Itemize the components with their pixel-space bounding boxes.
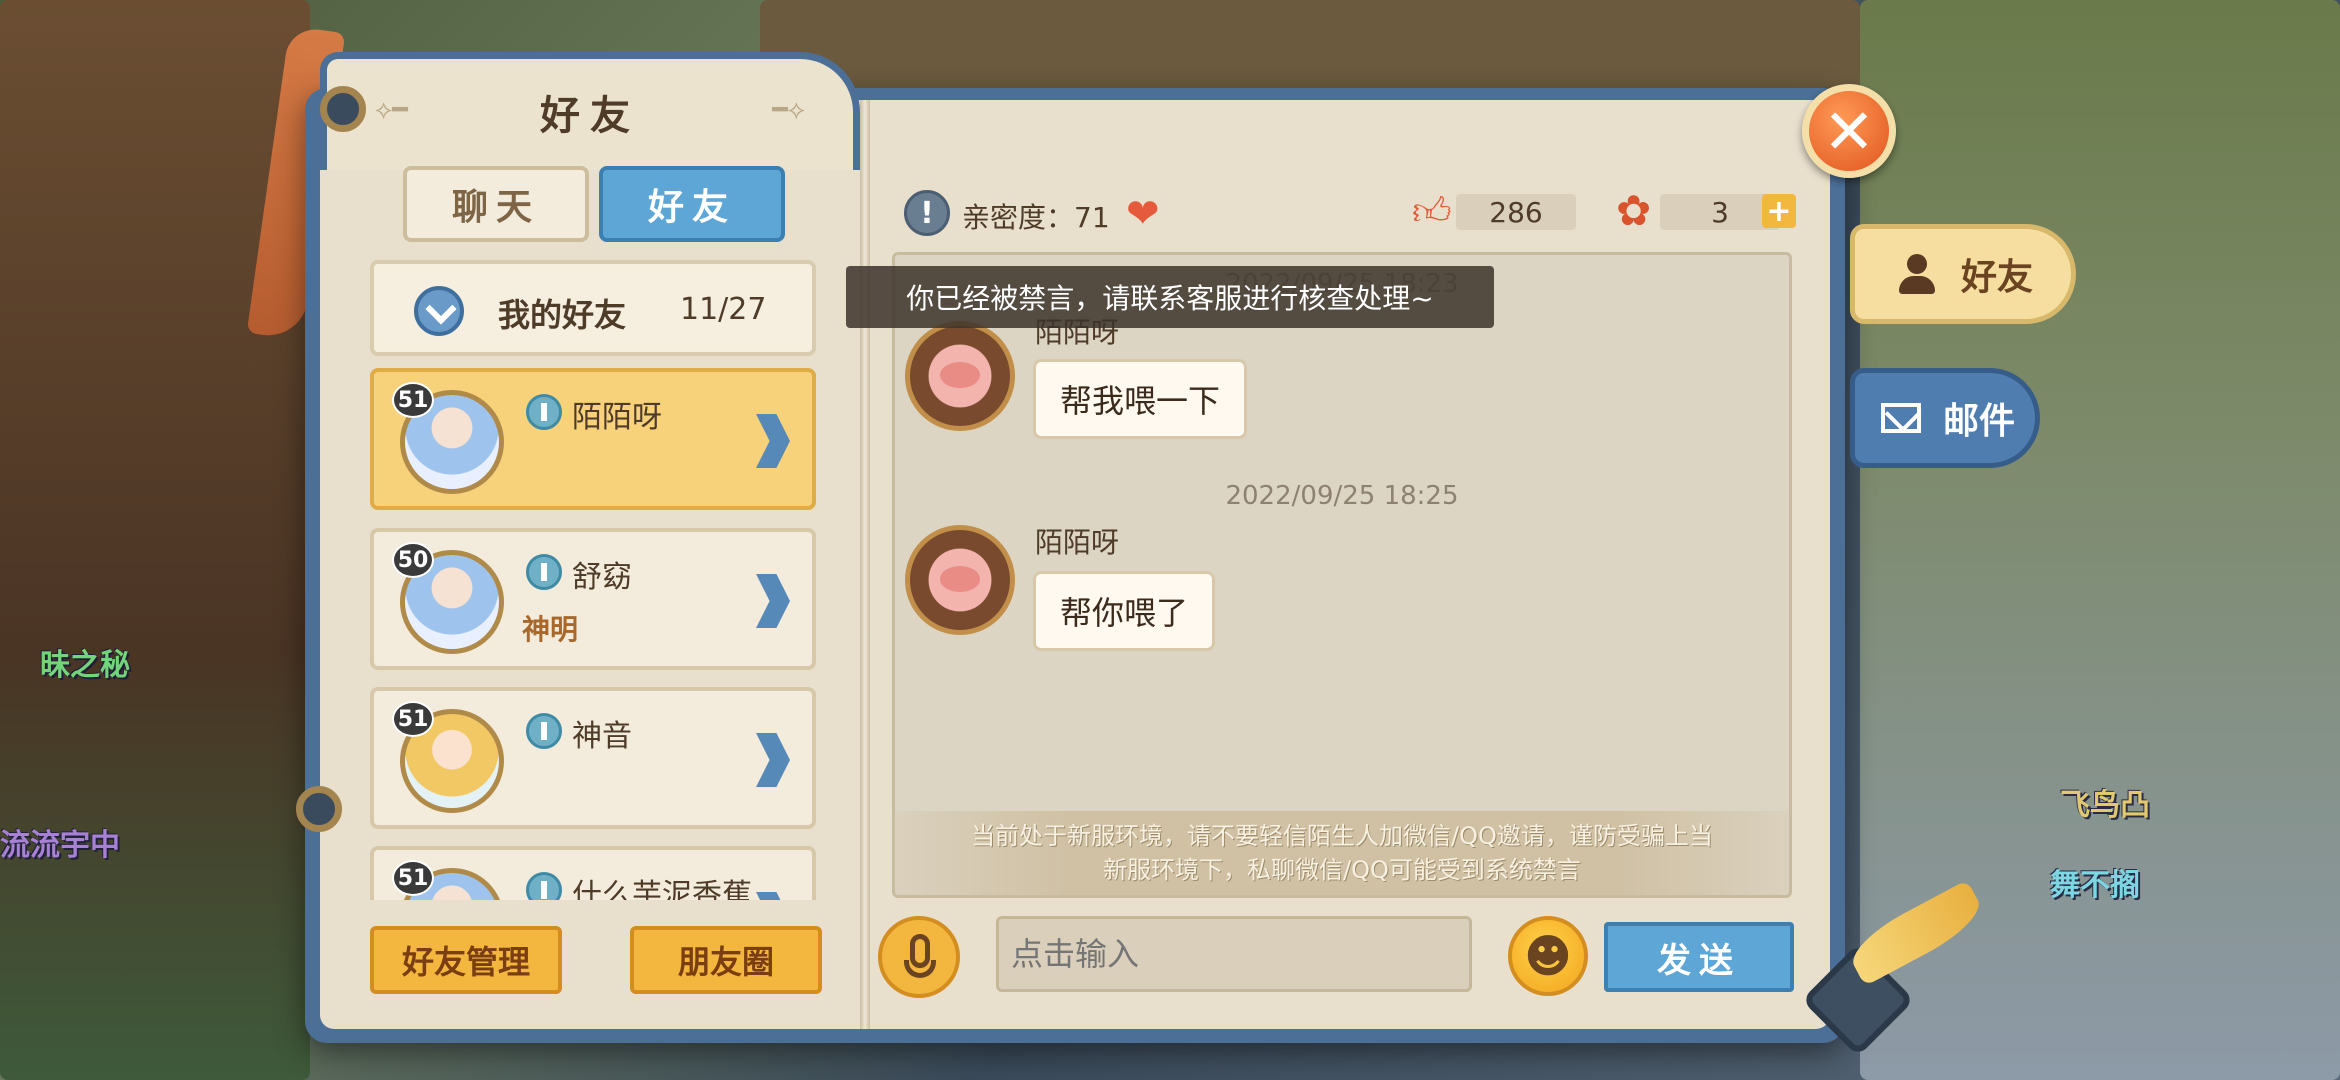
title-tab: ⟡━ 好友 ━⟡ <box>320 52 860 170</box>
side-tab-mail-label: 邮件 <box>1943 401 2016 442</box>
gender-icon <box>526 713 562 749</box>
tab-chat[interactable]: 聊天 <box>403 166 589 242</box>
friend-stats: ! 亲密度：71 ❤ 👍︎ 286 ✿ 3 + <box>900 186 1800 240</box>
friend-list[interactable]: 51 陌陌呀 50 舒窈 神明 51 神音 51 什么芋泥香蕉 <box>370 368 820 900</box>
pig-face-icon <box>940 566 980 592</box>
chevron-right-icon[interactable] <box>756 733 790 787</box>
emoji-icon: ☻ <box>1524 929 1572 983</box>
binder-ring-icon <box>320 86 366 132</box>
notice-line: 新服环境下，私聊微信/QQ可能受到系统禁言 <box>1103 856 1581 884</box>
friend-list-item[interactable]: 50 舒窈 神明 <box>370 528 816 670</box>
sender-avatar <box>905 321 1015 431</box>
person-icon <box>1895 252 1939 296</box>
server-notice: 当前处于新服环境，请不要轻信陌生人加微信/QQ邀请，谨防受骗上当 新服环境下，私… <box>895 811 1789 895</box>
message-bubble: 帮你喂了 <box>1033 571 1216 651</box>
thumbs-up-icon[interactable]: 👍︎ <box>1412 192 1452 230</box>
friend-title: 神明 <box>522 613 579 646</box>
friend-group-count: 11/27 <box>680 292 767 327</box>
likes-count: 286 <box>1456 194 1576 230</box>
chat-messages[interactable]: 2022/09/25 18:23 陌陌呀 帮我喂一下 2022/09/25 18… <box>892 252 1792 898</box>
book-spine <box>860 100 870 1029</box>
background-building <box>0 0 310 1080</box>
heart-icon: ❤ <box>1126 191 1160 237</box>
rose-icon: ✿ <box>1616 186 1652 235</box>
friend-manage-button[interactable]: 好友管理 <box>370 926 562 994</box>
level-badge: 51 <box>392 701 434 737</box>
background-player-name: 舞不搁 <box>2050 868 2140 903</box>
message-timestamp: 2022/09/25 18:25 <box>1225 481 1459 511</box>
emoji-button[interactable]: ☻ <box>1508 916 1588 996</box>
sender-avatar <box>905 525 1015 635</box>
chevron-down-icon <box>414 286 464 336</box>
message-bubble: 帮我喂一下 <box>1033 359 1248 439</box>
close-icon: ✕ <box>1823 94 1875 168</box>
friend-group-label: 我的好友 <box>498 296 627 334</box>
friend-name: 舒窈 <box>572 560 632 595</box>
background-player-name: 昧之秘 <box>40 648 130 683</box>
friend-name: 神音 <box>572 719 632 754</box>
binder-ring-icon <box>296 786 342 832</box>
tab-friends[interactable]: 好友 <box>599 166 785 242</box>
background-stall <box>760 0 1860 90</box>
moments-button[interactable]: 朋友圈 <box>630 926 822 994</box>
friend-list-item[interactable]: 51 什么芋泥香蕉 <box>370 846 816 900</box>
background-player-name: 流流宇中 <box>0 828 120 863</box>
side-tab-friends[interactable]: 好友 <box>1850 224 2076 324</box>
message-sender: 陌陌呀 <box>1035 526 1120 559</box>
friend-name: 什么芋泥香蕉 <box>572 878 752 900</box>
friend-group-header[interactable]: 我的好友 11/27 <box>370 260 816 356</box>
notice-line: 当前处于新服环境，请不要轻信陌生人加微信/QQ邀请，谨防受骗上当 <box>971 822 1713 850</box>
voice-button[interactable] <box>878 916 960 998</box>
mail-icon <box>1881 403 1921 433</box>
level-badge: 51 <box>392 382 434 418</box>
background-player-name: 飞鸟凸 <box>2060 788 2150 823</box>
plus-icon[interactable]: + <box>1762 194 1796 229</box>
level-badge: 51 <box>392 860 434 896</box>
chevron-right-icon[interactable] <box>756 574 790 628</box>
title-ornament-right-icon: ━⟡ <box>772 95 805 125</box>
friend-name: 陌陌呀 <box>572 400 662 435</box>
gender-icon <box>526 394 562 430</box>
intimacy-label: 亲密度：71 <box>962 201 1110 234</box>
mute-toast: 你已经被禁言，请联系客服进行核查处理~ <box>846 266 1494 328</box>
gender-icon <box>526 872 562 900</box>
friend-list-item[interactable]: 51 陌陌呀 <box>370 368 816 510</box>
chevron-right-icon[interactable] <box>756 892 790 900</box>
microphone-stand-icon <box>904 960 936 978</box>
gender-icon <box>526 554 562 590</box>
info-icon[interactable]: ! <box>904 190 950 236</box>
close-button[interactable]: ✕ <box>1802 84 1896 178</box>
level-badge: 50 <box>392 542 434 578</box>
send-button[interactable]: 发送 <box>1604 922 1794 992</box>
friend-list-item[interactable]: 51 神音 <box>370 687 816 829</box>
chevron-right-icon[interactable] <box>756 414 790 468</box>
side-tab-mail[interactable]: 邮件 <box>1850 368 2040 468</box>
side-tab-friends-label: 好友 <box>1961 257 2034 298</box>
message-input[interactable] <box>996 916 1472 992</box>
pig-face-icon <box>940 362 980 388</box>
